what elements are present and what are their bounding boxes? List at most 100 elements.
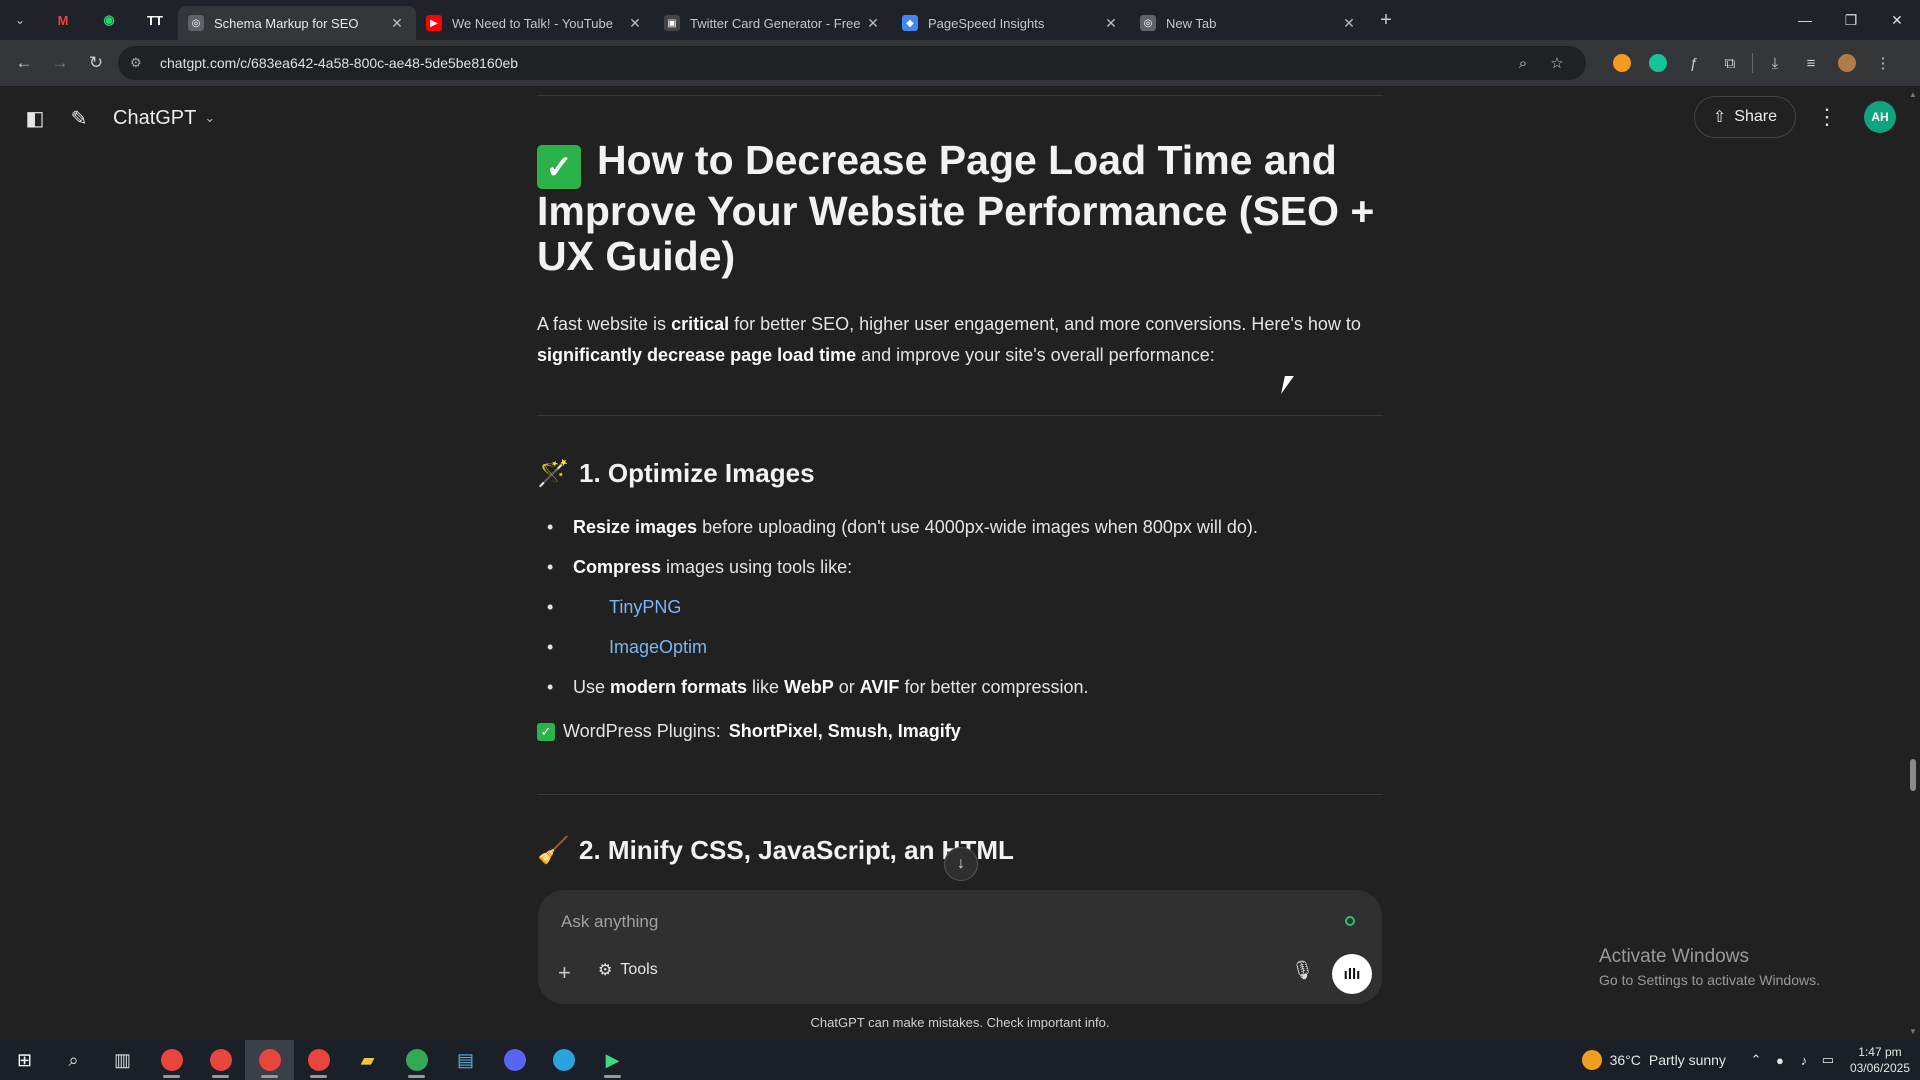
back-arrow-icon[interactable]: ← xyxy=(6,45,42,81)
intro-text: and improve your site's overall performa… xyxy=(856,345,1215,365)
pinned-tab-tt[interactable]: TT xyxy=(132,0,178,40)
bold-text: Compress xyxy=(573,557,662,577)
terminal-icon[interactable]: ▶ xyxy=(588,1040,637,1080)
scroll-down-arrow-icon[interactable]: ↓ xyxy=(944,847,978,881)
new-tab-plus-icon[interactable]: + xyxy=(1368,0,1404,40)
tab-title: We Need to Talk! - YouTube xyxy=(452,15,613,31)
reload-icon[interactable]: ↻ xyxy=(78,45,114,81)
page-scrollbar[interactable]: ▲ ▼ xyxy=(1906,86,1920,1040)
browser-tab-pagespeed[interactable]: ◆ PageSpeed Insights ✕ xyxy=(892,6,1130,40)
more-options-icon[interactable]: ⋮ xyxy=(1812,96,1842,138)
file-explorer-icon[interactable]: ▰ xyxy=(343,1040,392,1080)
activate-windows-watermark: Activate Windows Go to Settings to activ… xyxy=(1599,946,1820,988)
section-heading-text: 1. Optimize Images xyxy=(579,458,815,488)
download-icon[interactable]: ⤓ xyxy=(1757,45,1793,81)
check-mark-icon: ✓ xyxy=(537,145,581,189)
close-tab-icon[interactable]: ✕ xyxy=(864,15,882,32)
clock[interactable]: 1:47 pm 03/06/2025 xyxy=(1850,1044,1910,1076)
browser-tab-twitter-card[interactable]: ▣ Twitter Card Generator - Free T ✕ xyxy=(654,6,892,40)
intro-bold: critical xyxy=(671,314,730,334)
list-item: Use modern formats like WebP or AVIF for… xyxy=(537,667,1383,707)
close-tab-icon[interactable]: ✕ xyxy=(1102,15,1120,32)
chrome-taskbar-icon[interactable] xyxy=(245,1040,294,1080)
status-dot-icon xyxy=(1345,916,1355,926)
search-icon[interactable]: ⌕ xyxy=(49,1040,98,1080)
speaker-icon[interactable]: ♪ xyxy=(1792,1053,1816,1068)
restore-icon[interactable]: ❐ xyxy=(1828,0,1874,40)
list-item: TinyPNG xyxy=(537,587,1383,627)
watermark-subtitle: Go to Settings to activate Windows. xyxy=(1599,972,1820,988)
list-text: for better compression. xyxy=(899,677,1089,697)
discord-icon[interactable] xyxy=(490,1040,539,1080)
media-control-icon[interactable]: ≡ xyxy=(1793,45,1829,81)
script-extension-icon[interactable]: ƒ xyxy=(1676,45,1712,81)
scroll-up-icon[interactable]: ▲ xyxy=(1909,90,1917,99)
imageoptim-link[interactable]: ImageOptim xyxy=(609,637,707,657)
voice-mode-button[interactable]: ıllı xyxy=(1332,954,1372,994)
zoom-icon[interactable]: ⌕ xyxy=(1506,55,1540,72)
avatar[interactable]: AH xyxy=(1864,101,1896,133)
weather-widget[interactable]: 36°C Partly sunny xyxy=(1581,1050,1726,1070)
list-text: or xyxy=(833,677,860,697)
window-controls: — ❐ ✕ xyxy=(1782,0,1920,40)
close-tab-icon[interactable]: ✕ xyxy=(1340,15,1358,32)
chrome-taskbar-icon[interactable] xyxy=(392,1040,441,1080)
network-icon[interactable]: ▭ xyxy=(1816,1052,1840,1068)
article-title-text: How to Decrease Page Load Time and Impro… xyxy=(537,137,1375,279)
attach-plus-icon[interactable]: + xyxy=(558,960,571,986)
browser-tab-youtube[interactable]: ▶ We Need to Talk! - YouTube ✕ xyxy=(416,6,654,40)
grammarly-icon[interactable] xyxy=(1640,45,1676,81)
list-item: Compress images using tools like: xyxy=(537,547,1383,587)
forward-arrow-icon[interactable]: → xyxy=(42,45,78,81)
url-text[interactable]: chatgpt.com/c/683ea642-4a58-800c-ae48-5d… xyxy=(160,55,1506,71)
chat-composer[interactable]: Ask anything + ⚙ Tools 🎙 ıllı xyxy=(538,890,1382,1004)
assistant-message: ✓ How to Decrease Page Load Time and Impr… xyxy=(537,95,1383,866)
model-selector[interactable]: ChatGPT ⌄ xyxy=(113,107,215,130)
sidebar-toggle-icon[interactable]: ◧ xyxy=(13,96,57,140)
article-title: ✓ How to Decrease Page Load Time and Impr… xyxy=(537,138,1383,279)
close-tab-icon[interactable]: ✕ xyxy=(626,15,644,32)
share-button[interactable]: ⇧ Share xyxy=(1693,96,1796,138)
disclaimer-text: ChatGPT can make mistakes. Check importa… xyxy=(810,1015,1110,1030)
bookmark-star-icon[interactable]: ☆ xyxy=(1540,54,1574,72)
chrome-taskbar-icon[interactable] xyxy=(147,1040,196,1080)
chrome-taskbar-icon[interactable] xyxy=(196,1040,245,1080)
pinned-tab-whatsapp[interactable]: ◉ xyxy=(86,0,132,40)
chevron-up-icon[interactable]: ⌃ xyxy=(1744,1052,1768,1068)
broom-icon: 🧹 xyxy=(537,835,570,865)
browser-menu-icon[interactable]: ⋮ xyxy=(1865,45,1901,81)
browser-tab-newtab[interactable]: ◎ New Tab ✕ xyxy=(1130,6,1368,40)
pagespeed-icon: ◆ xyxy=(902,15,918,31)
new-chat-icon[interactable]: ✎ xyxy=(57,96,101,140)
microphone-tray-icon[interactable]: ● xyxy=(1768,1053,1792,1068)
browser-toolbar: ← → ↻ ⚙ chatgpt.com/c/683ea642-4a58-800c… xyxy=(0,40,1920,86)
telegram-icon[interactable] xyxy=(539,1040,588,1080)
tinypng-link[interactable]: TinyPNG xyxy=(609,597,681,617)
prompt-input[interactable]: Ask anything xyxy=(561,912,658,932)
scroll-down-icon[interactable]: ▼ xyxy=(1909,1027,1917,1036)
tab-search-chevron-icon[interactable]: ⌄ xyxy=(0,0,40,40)
close-window-icon[interactable]: ✕ xyxy=(1874,0,1920,40)
browser-tab-schema[interactable]: ◎ Schema Markup for SEO ✕ xyxy=(178,6,416,40)
notepad-icon[interactable]: ▤ xyxy=(441,1040,490,1080)
extensions-puzzle-icon[interactable]: ⧉ xyxy=(1712,45,1748,81)
pinned-tab-gmail[interactable]: M xyxy=(40,0,86,40)
weather-text: Partly sunny xyxy=(1648,1052,1726,1068)
minimize-icon[interactable]: — xyxy=(1782,0,1828,40)
scrollbar-thumb[interactable] xyxy=(1910,759,1916,791)
chrome-taskbar-icon[interactable] xyxy=(294,1040,343,1080)
tools-button[interactable]: ⚙ Tools xyxy=(598,960,658,980)
extension-orange-icon[interactable] xyxy=(1604,45,1640,81)
close-tab-icon[interactable]: ✕ xyxy=(388,15,406,32)
profile-avatar-icon[interactable] xyxy=(1829,45,1865,81)
windows-start-icon[interactable]: ⊞ xyxy=(0,1040,49,1080)
address-bar[interactable]: ⚙ chatgpt.com/c/683ea642-4a58-800c-ae48-… xyxy=(118,46,1586,80)
list-text: images using tools like: xyxy=(661,557,853,577)
task-view-icon[interactable]: ▥ xyxy=(98,1040,147,1080)
bullet-list: Resize images before uploading (don't us… xyxy=(537,507,1383,707)
twitter-card-icon: ▣ xyxy=(664,15,680,31)
weather-temp: 36°C xyxy=(1609,1052,1641,1068)
site-info-icon[interactable]: ⚙ xyxy=(130,55,152,71)
microphone-icon[interactable]: 🎙 xyxy=(1291,960,1314,981)
wp-label: WordPress Plugins: xyxy=(563,721,721,741)
